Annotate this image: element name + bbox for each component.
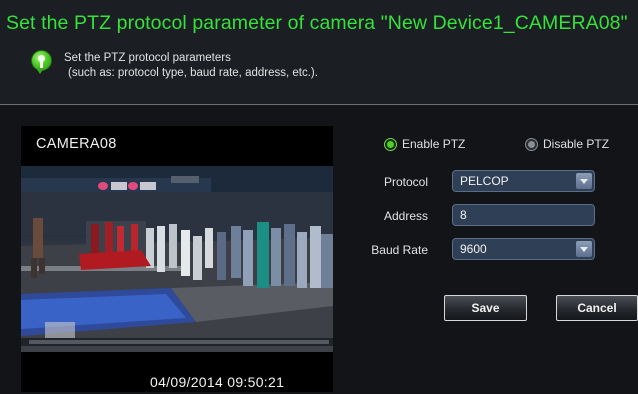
disable-ptz-label: Disable PTZ [543, 137, 610, 151]
enable-ptz-option[interactable]: Enable PTZ [384, 137, 465, 151]
enable-ptz-radio[interactable] [384, 137, 397, 151]
camera-video-image [21, 166, 333, 352]
baud-rate-value: 9600 [460, 242, 487, 256]
chevron-down-icon[interactable] [576, 173, 592, 189]
camera-timestamp: 04/09/2014 09:50:21 [150, 374, 285, 390]
disable-ptz-option[interactable]: Disable PTZ [525, 137, 609, 151]
protocol-select[interactable]: PELCOP [452, 170, 595, 192]
info-bubble-tail [36, 68, 44, 74]
ptz-settings-dialog: Set the PTZ protocol parameter of camera… [0, 0, 638, 394]
cancel-button[interactable]: Cancel [556, 295, 638, 321]
camera-live-view [21, 166, 333, 352]
protocol-value: PELCOP [460, 174, 509, 188]
camera-name-label: CAMERA08 [36, 136, 117, 152]
disable-ptz-radio[interactable] [525, 137, 538, 151]
save-button[interactable]: Save [444, 295, 527, 321]
hint-text-line2: (such as: protocol type, baud rate, addr… [68, 67, 318, 79]
dialog-title: Set the PTZ protocol parameter of camera… [6, 12, 628, 34]
chevron-down-icon[interactable] [576, 241, 592, 257]
enable-ptz-label: Enable PTZ [402, 137, 466, 151]
hint-text-line1: Set the PTZ protocol parameters [64, 52, 231, 64]
baud-rate-select[interactable]: 9600 [452, 238, 595, 260]
baud-rate-label: Baud Rate [371, 243, 428, 257]
protocol-label: Protocol [383, 175, 428, 189]
address-input[interactable]: 8 [452, 204, 595, 226]
address-label: Address [383, 209, 428, 223]
